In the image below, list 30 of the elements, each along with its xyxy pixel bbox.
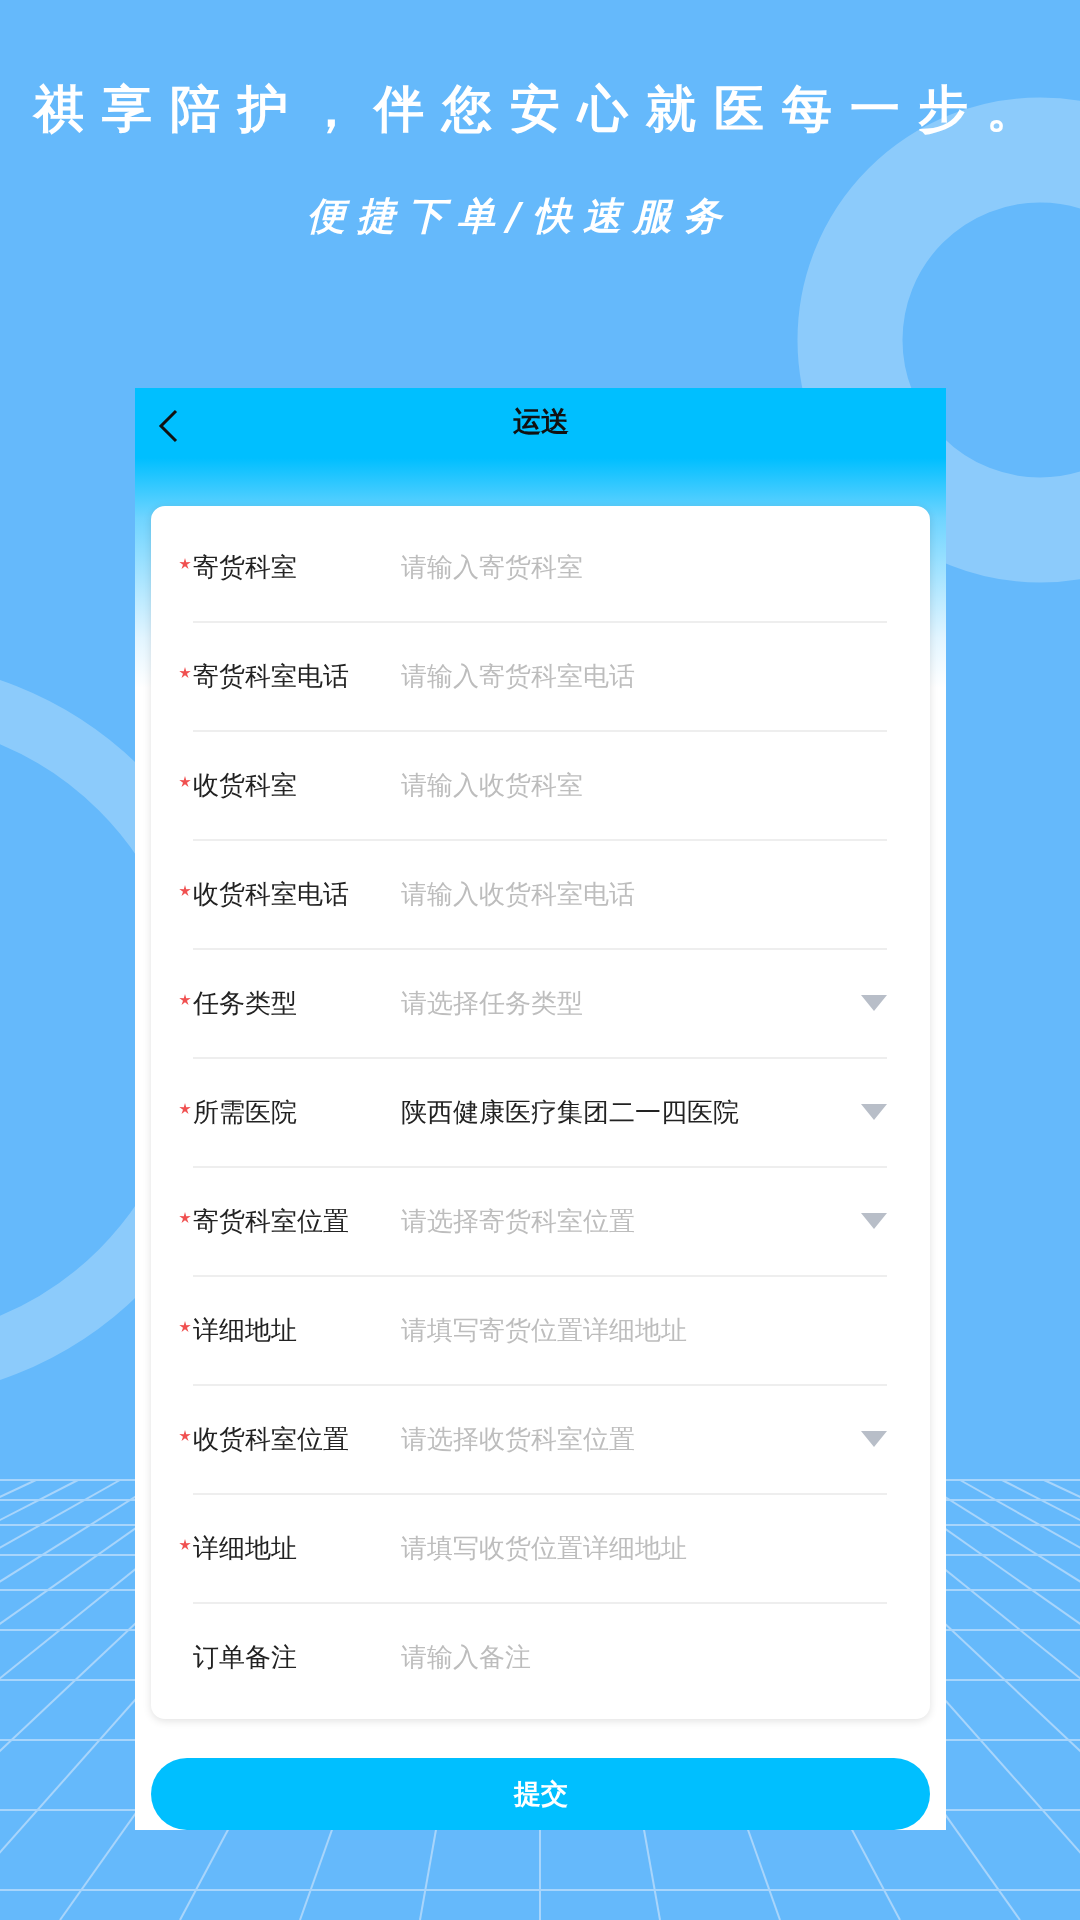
dropdown-icon[interactable] [861, 1104, 887, 1121]
select-field[interactable]: 陕西健康医疗集团二一四医院 [401, 1092, 861, 1133]
field-label: 任务类型 [193, 986, 298, 1020]
input-field[interactable]: 请输入备注 [401, 1637, 887, 1678]
field-label: 收货科室位置 [193, 1422, 350, 1456]
input-field[interactable]: 请输入寄货科室 [401, 547, 887, 588]
field-label: 寄货科室 [193, 550, 298, 584]
select-field[interactable]: 请选择寄货科室位置 [401, 1201, 861, 1242]
screen-title: 运送 [512, 404, 569, 441]
input-field[interactable]: 请输入收货科室 [401, 765, 887, 806]
field-label: 收货科室 [193, 768, 298, 802]
input-field[interactable]: 请输入寄货科室电话 [401, 656, 887, 697]
dropdown-icon[interactable] [861, 1213, 887, 1230]
field-label: 详细地址 [193, 1313, 298, 1347]
select-field[interactable]: 请选择任务类型 [401, 983, 861, 1024]
field-label: 寄货科室位置 [193, 1204, 350, 1238]
field-label: 寄货科室电话 [193, 659, 350, 693]
dropdown-icon[interactable] [861, 1431, 887, 1448]
input-field[interactable]: 请输入收货科室电话 [401, 874, 887, 915]
input-field[interactable]: 请填写寄货位置详细地址 [401, 1310, 887, 1351]
field-label: 订单备注 [193, 1640, 298, 1674]
back-icon[interactable] [157, 408, 179, 444]
headline: 祺享陪护，伴您安心就医每一步。 [34, 79, 1054, 140]
subtitle: 便捷下单/快速服务 [307, 193, 733, 240]
dropdown-icon[interactable] [861, 995, 887, 1012]
field-label: 收货科室电话 [193, 877, 350, 911]
field-label: 所需医院 [193, 1095, 298, 1129]
select-field[interactable]: 请选择收货科室位置 [401, 1419, 861, 1460]
field-label: 详细地址 [193, 1531, 298, 1565]
input-field[interactable]: 请填写收货位置详细地址 [401, 1528, 887, 1569]
